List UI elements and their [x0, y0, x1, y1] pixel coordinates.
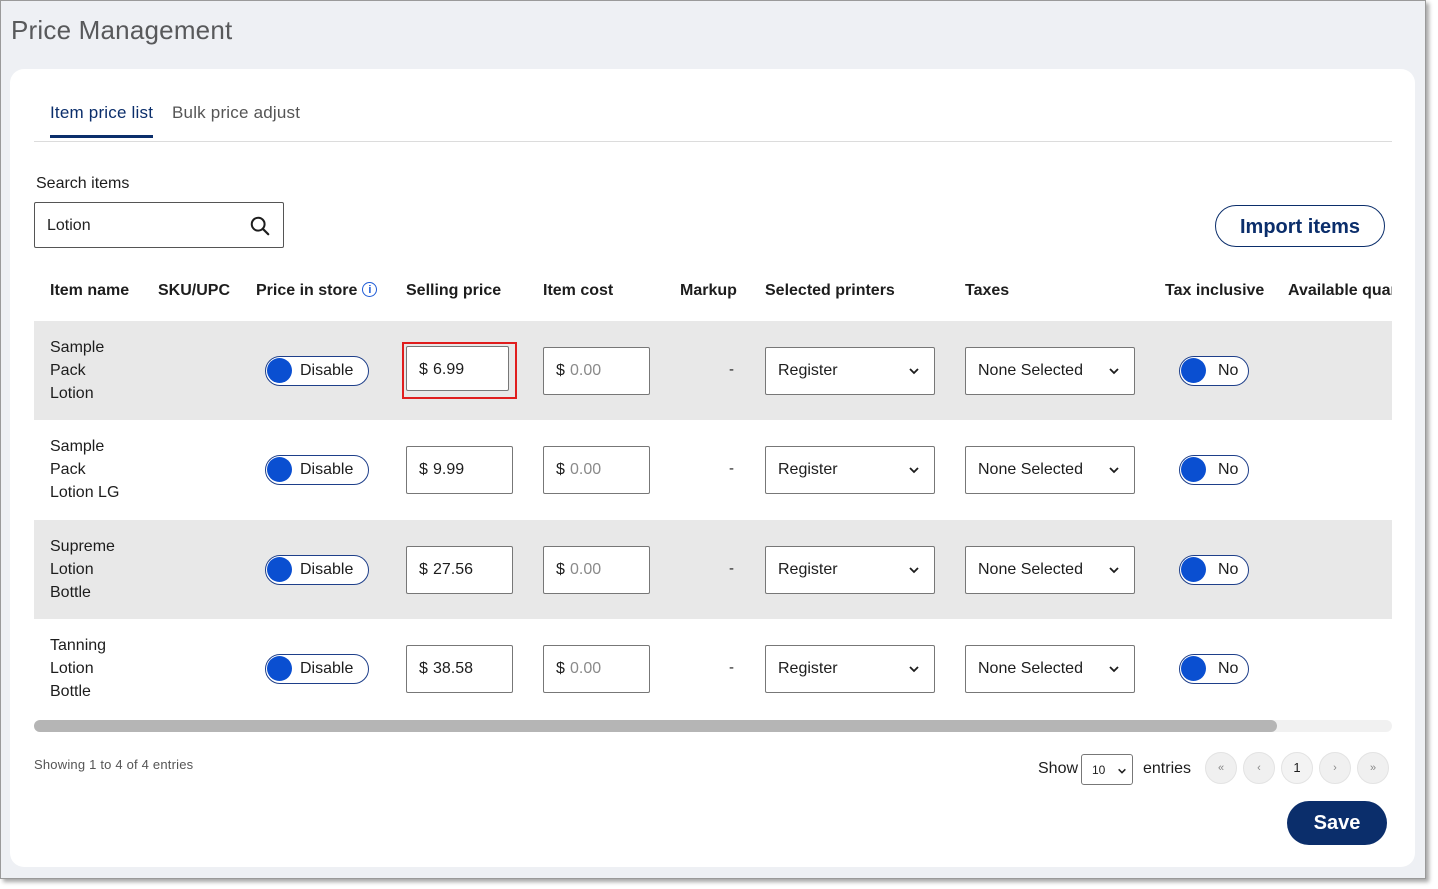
pagination-first[interactable]: « — [1205, 752, 1237, 784]
markup-value: - — [729, 659, 734, 676]
markup-value: - — [729, 560, 734, 577]
printer-select[interactable]: Register — [765, 347, 935, 395]
tax-inclusive-toggle[interactable]: No — [1179, 555, 1249, 585]
col-markup: Markup — [680, 282, 737, 299]
table-row: Sample Pack Lotion LG Disable $ 9.99 $ 0… — [34, 420, 1392, 519]
entries-per-page-select[interactable]: 10 — [1081, 754, 1133, 785]
taxes-select[interactable]: None Selected — [965, 645, 1135, 693]
main-card: Item price list Bulk price adjust Search… — [10, 69, 1415, 867]
chevron-down-icon — [909, 666, 919, 673]
item-name: Sample Pack Lotion LG — [50, 438, 120, 501]
search-box — [34, 202, 284, 248]
toggle-knob — [267, 557, 292, 582]
price-in-store-toggle[interactable]: Disable — [265, 654, 369, 684]
scrollbar-thumb[interactable] — [34, 720, 1277, 732]
toggle-knob — [1181, 557, 1206, 582]
col-tax-inclusive: Tax inclusive — [1165, 282, 1265, 299]
tab-bulk-price-adjust[interactable]: Bulk price adjust — [172, 103, 300, 135]
search-label: Search items — [36, 175, 130, 192]
table-header: Item name SKU/UPC Price in store i Sellin… — [34, 269, 1392, 319]
chevron-down-icon — [909, 368, 919, 375]
pagination-next[interactable]: › — [1319, 752, 1351, 784]
pagination-last[interactable]: » — [1357, 752, 1389, 784]
entries-info: Showing 1 to 4 of 4 entries — [34, 757, 194, 772]
chevron-down-icon — [1109, 368, 1119, 375]
info-icon[interactable]: i — [362, 282, 378, 297]
taxes-select[interactable]: None Selected — [965, 446, 1135, 494]
taxes-select[interactable]: None Selected — [965, 546, 1135, 594]
toggle-knob — [1181, 656, 1206, 681]
printer-select[interactable]: Register — [765, 446, 935, 494]
taxes-select[interactable]: None Selected — [965, 347, 1135, 395]
chevron-down-icon — [1118, 768, 1126, 774]
price-in-store-toggle[interactable]: Disable — [265, 455, 369, 485]
search-icon[interactable] — [249, 215, 271, 237]
printer-select[interactable]: Register — [765, 546, 935, 594]
col-available-quantity: Available quan — [1288, 282, 1392, 299]
table-row: Supreme Lotion Bottle Disable $ 27.56 $ … — [34, 520, 1392, 619]
chevron-down-icon — [1109, 666, 1119, 673]
selling-price-input[interactable]: $ 27.56 — [406, 546, 513, 594]
toggle-knob — [1181, 358, 1206, 383]
item-name: Supreme Lotion Bottle — [50, 538, 115, 601]
toggle-knob — [267, 457, 292, 482]
toggle-knob — [1181, 457, 1206, 482]
chevron-down-icon — [1109, 467, 1119, 474]
pagination-prev[interactable]: ‹ — [1243, 752, 1275, 784]
price-in-store-toggle[interactable]: Disable — [265, 356, 369, 386]
entries-label: entries — [1143, 760, 1192, 777]
selling-price-input[interactable]: $ 38.58 — [406, 645, 513, 693]
tax-inclusive-toggle[interactable]: No — [1179, 356, 1249, 386]
col-item-name: Item name — [50, 282, 130, 299]
selling-price-input[interactable]: $ 6.99 — [406, 346, 509, 391]
chevron-down-icon — [909, 467, 919, 474]
table-row: Tanning Lotion Bottle Disable $ 38.58 $ … — [34, 619, 1392, 718]
horizontal-scrollbar[interactable] — [34, 720, 1392, 732]
search-input[interactable] — [45, 213, 239, 239]
item-cost-input[interactable]: $ 0.00 — [543, 446, 650, 494]
markup-value: - — [729, 460, 734, 477]
import-items-button[interactable]: Import items — [1215, 205, 1385, 247]
printer-select[interactable]: Register — [765, 645, 935, 693]
col-price-in-store-label: Price in store — [256, 282, 358, 299]
selling-price-input[interactable]: $ 9.99 — [406, 446, 513, 494]
item-cost-input[interactable]: $ 0.00 — [543, 347, 650, 395]
col-taxes: Taxes — [965, 282, 1010, 299]
toggle-knob — [267, 358, 292, 383]
chevron-down-icon — [909, 567, 919, 574]
app-window: Price Management Item price list Bulk pr… — [0, 0, 1426, 879]
toggle-knob — [267, 656, 292, 681]
chevron-down-icon — [1109, 567, 1119, 574]
item-cost-input[interactable]: $ 0.00 — [543, 645, 650, 693]
tax-inclusive-toggle[interactable]: No — [1179, 654, 1249, 684]
tax-inclusive-toggle[interactable]: No — [1179, 455, 1249, 485]
table-row: Sample Pack Lotion Disable $ 6.99 $ 0.00… — [34, 321, 1392, 420]
price-in-store-toggle[interactable]: Disable — [265, 555, 369, 585]
col-item-cost: Item cost — [543, 282, 614, 299]
col-price-in-store: Price in store i — [256, 282, 378, 300]
item-name: Sample Pack Lotion — [50, 339, 105, 402]
col-selling-price: Selling price — [406, 282, 502, 299]
save-button[interactable]: Save — [1287, 801, 1387, 845]
pagination-current-page[interactable]: 1 — [1281, 752, 1313, 784]
col-sku-upc: SKU/UPC — [158, 282, 231, 299]
tab-bar: Item price list Bulk price adjust — [34, 69, 1392, 142]
col-selected-printers: Selected printers — [765, 282, 895, 299]
markup-value: - — [729, 361, 734, 378]
tab-item-price-list[interactable]: Item price list — [50, 103, 154, 138]
item-name: Tanning Lotion Bottle — [50, 637, 107, 700]
show-label: Show — [1038, 760, 1079, 777]
page-title: Price Management — [11, 15, 233, 45]
item-cost-input[interactable]: $ 0.00 — [543, 546, 650, 594]
